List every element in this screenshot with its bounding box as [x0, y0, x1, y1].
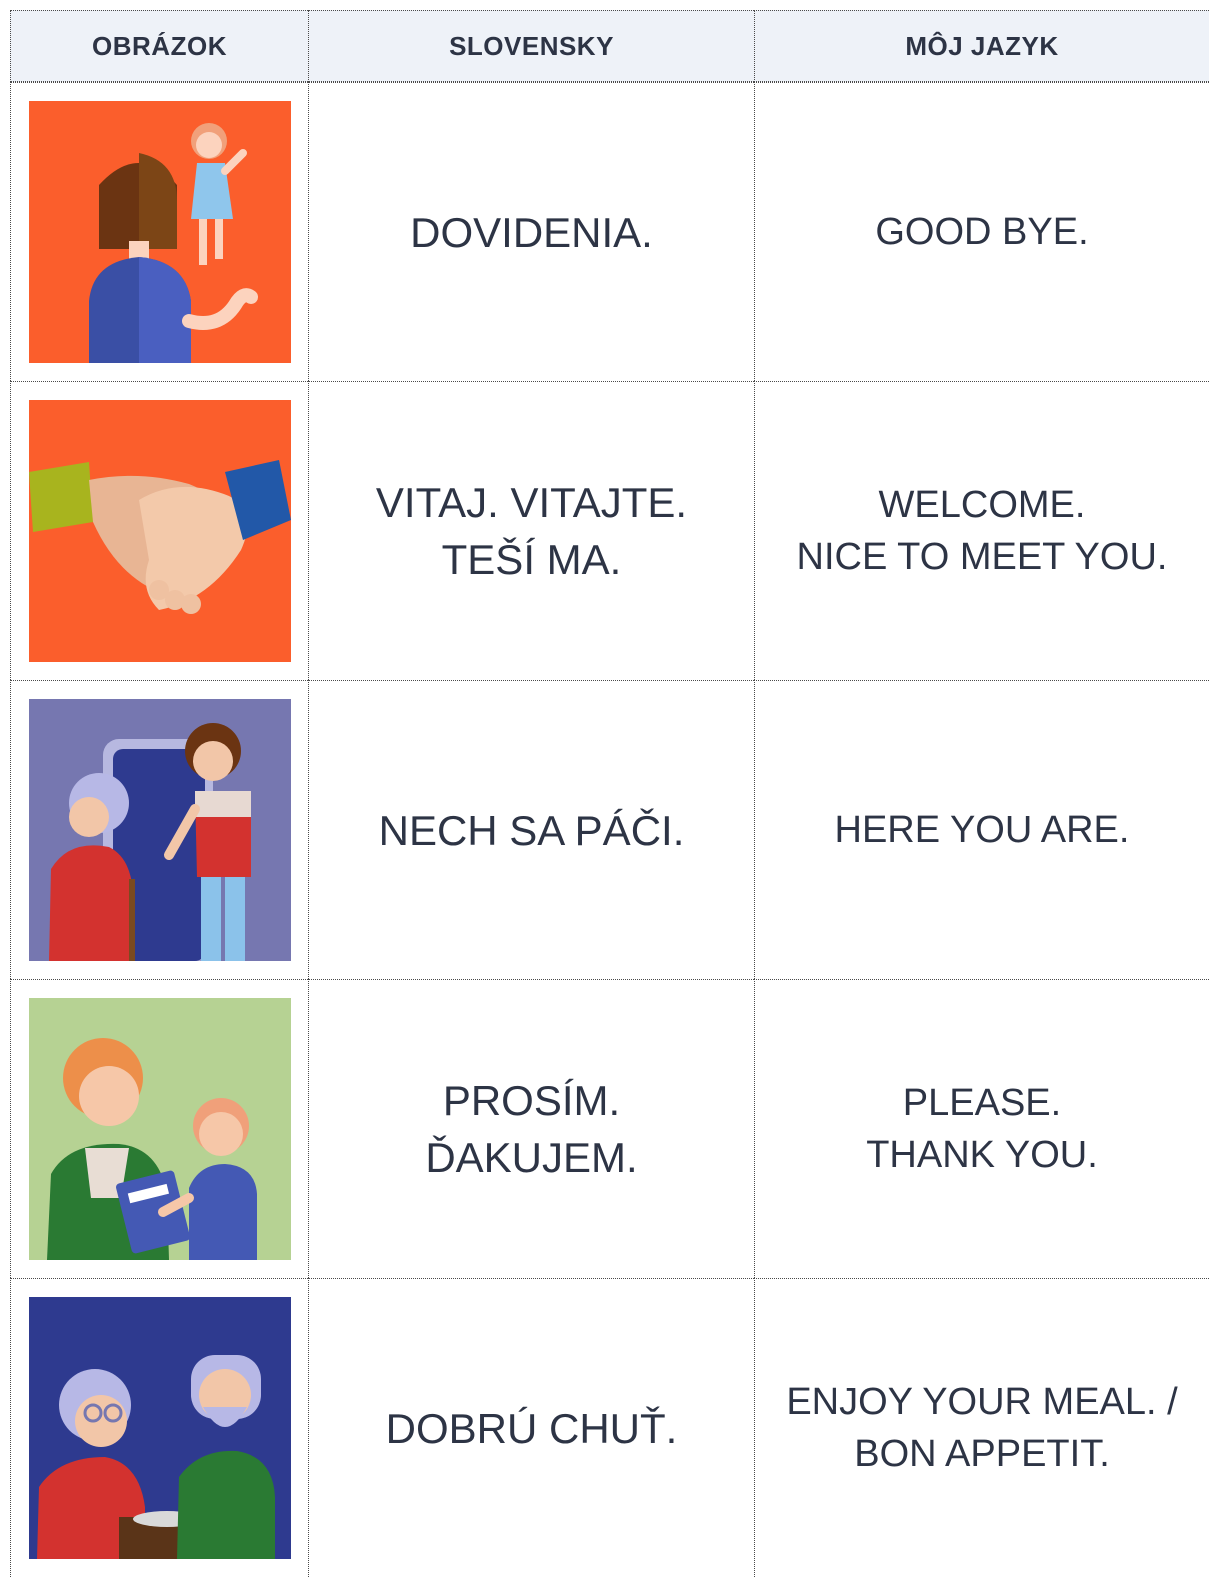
translated-phrase: ENJOY YOUR MEAL. / BON APPETIT.: [786, 1381, 1178, 1475]
translated-phrase: GOOD BYE.: [875, 211, 1089, 253]
translated-phrase: PLEASE. THANK YOU.: [866, 1082, 1098, 1176]
image-cell: [10, 1278, 308, 1577]
my-language-cell: WELCOME. NICE TO MEET YOU.: [754, 381, 1209, 680]
image-cell: [10, 979, 308, 1278]
slovak-phrase: DOBRÚ CHUŤ.: [385, 1404, 678, 1452]
slovak-phrase: NECH SA PÁČI.: [378, 806, 685, 854]
my-language-cell: GOOD BYE.: [754, 82, 1209, 381]
translated-phrase: WELCOME. NICE TO MEET YOU.: [796, 484, 1168, 578]
my-language-cell: HERE YOU ARE.: [754, 680, 1209, 979]
vocabulary-sheet: OBRÁZOK SLOVENSKY MÔJ JAZYK DOVIDENIA. G…: [0, 0, 1209, 1594]
goodbye-illustration: [29, 101, 291, 363]
handshake-illustration: [29, 400, 291, 662]
translated-phrase: HERE YOU ARE.: [834, 809, 1130, 851]
header-image-column: OBRÁZOK: [10, 10, 308, 82]
my-language-cell: ENJOY YOUR MEAL. / BON APPETIT.: [754, 1278, 1209, 1577]
slovak-cell: DOBRÚ CHUŤ.: [308, 1278, 754, 1577]
image-cell: [10, 82, 308, 381]
giving-notebook-illustration: [29, 998, 291, 1260]
my-language-cell: PLEASE. THANK YOU.: [754, 979, 1209, 1278]
header-slovak-column: SLOVENSKY: [308, 10, 754, 82]
door-greeting-illustration: [29, 699, 291, 961]
slovak-phrase: PROSÍM. ĎAKUJEM.: [425, 1077, 638, 1181]
slovak-phrase: DOVIDENIA.: [410, 208, 653, 256]
image-cell: [10, 381, 308, 680]
eating-couple-illustration: [29, 1297, 291, 1559]
header-my-language-column: MÔJ JAZYK: [754, 10, 1209, 82]
image-cell: [10, 680, 308, 979]
slovak-cell: PROSÍM. ĎAKUJEM.: [308, 979, 754, 1278]
slovak-phrase: VITAJ. VITAJTE. TEŠÍ MA.: [375, 479, 688, 583]
slovak-cell: NECH SA PÁČI.: [308, 680, 754, 979]
slovak-cell: VITAJ. VITAJTE. TEŠÍ MA.: [308, 381, 754, 680]
slovak-cell: DOVIDENIA.: [308, 82, 754, 381]
